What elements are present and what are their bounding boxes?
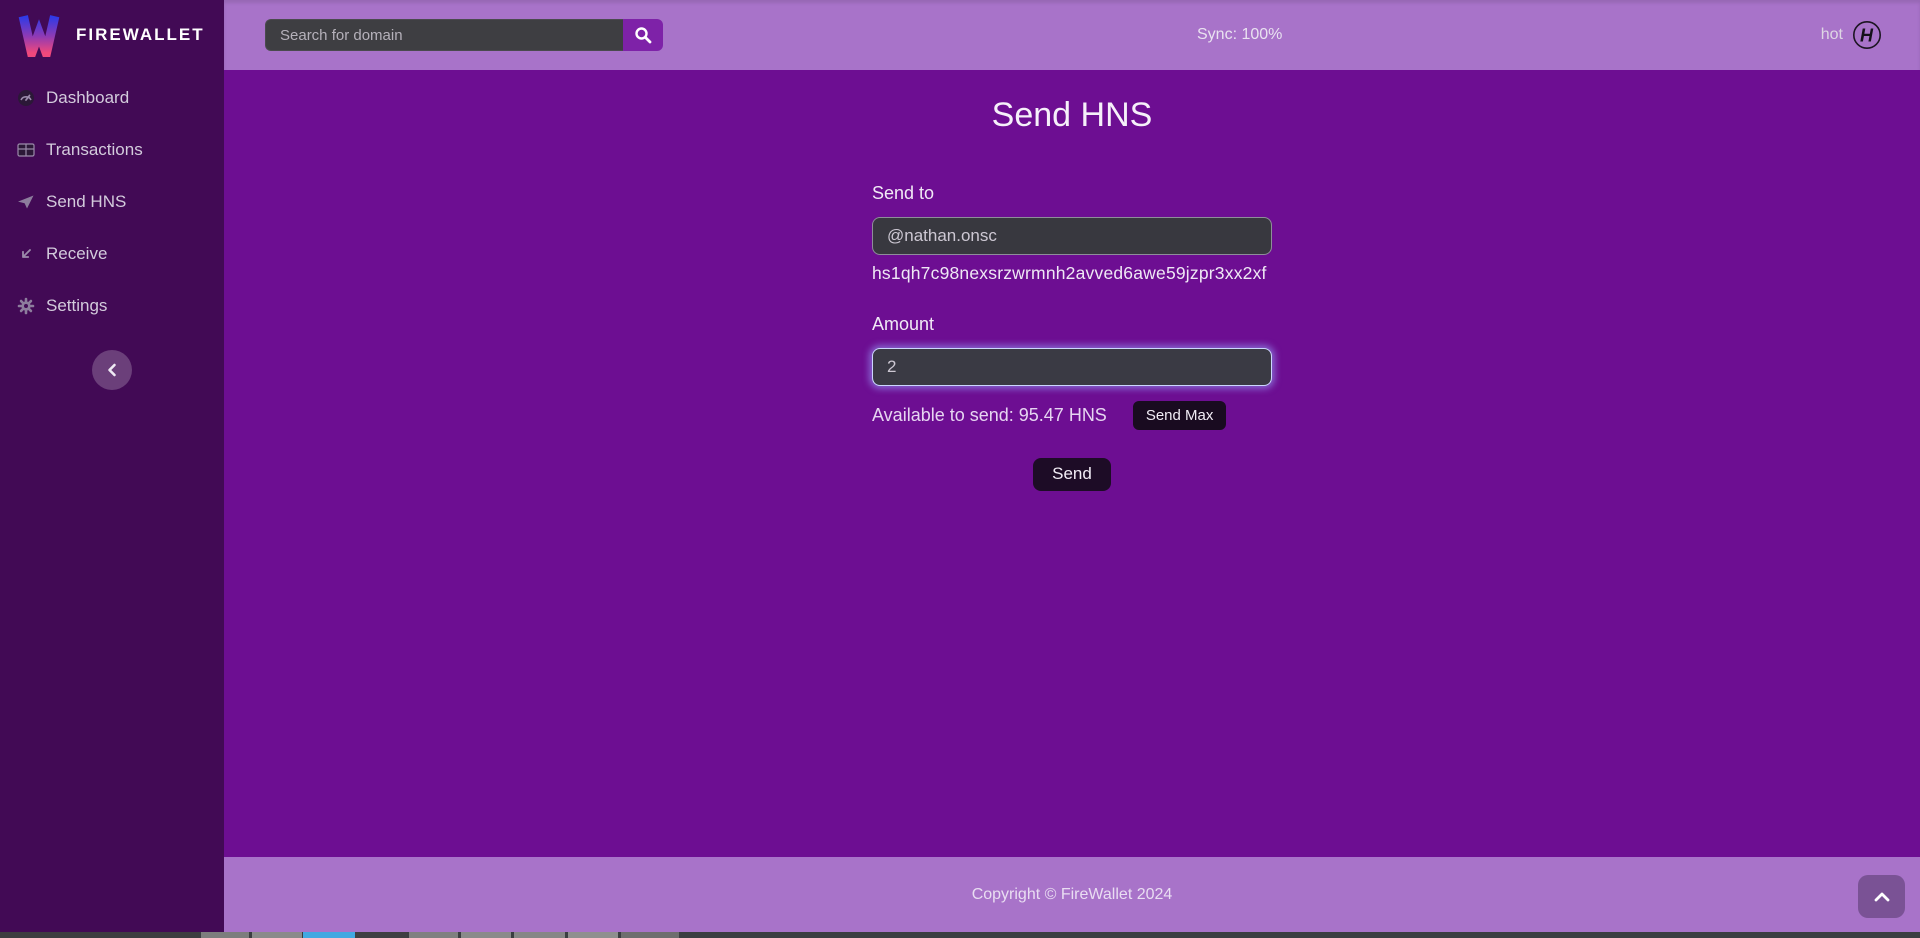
page-title: Send HNS xyxy=(224,95,1920,136)
available-balance: Available to send: 95.47 HNS xyxy=(872,405,1107,426)
sidebar-item-label: Settings xyxy=(46,296,107,316)
transactions-icon xyxy=(17,141,35,159)
sidebar-item-transactions[interactable]: Transactions xyxy=(0,132,224,168)
sidebar-collapse-button[interactable] xyxy=(92,350,132,390)
brand: FIREWALLET xyxy=(0,0,224,70)
os-taskbar[interactable] xyxy=(0,932,1920,938)
copyright-text: Copyright © FireWallet 2024 xyxy=(224,857,1920,932)
sidebar-item-send-hns[interactable]: Send HNS xyxy=(0,184,224,220)
sync-status: Sync: 100% xyxy=(1197,0,1282,70)
amount-input[interactable] xyxy=(872,348,1272,386)
sidebar-item-label: Transactions xyxy=(46,140,143,160)
sidebar-item-dashboard[interactable]: Dashboard xyxy=(0,80,224,116)
search-bar xyxy=(265,19,663,51)
sidebar-item-label: Receive xyxy=(46,244,107,264)
search-button[interactable] xyxy=(623,19,663,51)
taskbar-app-segment[interactable] xyxy=(514,932,565,938)
chevron-left-icon xyxy=(106,363,118,377)
sidebar: FIREWALLET Dashboard xyxy=(0,0,224,932)
brand-name: FIREWALLET xyxy=(76,25,205,45)
taskbar-app-segment[interactable] xyxy=(0,932,199,938)
available-row: Available to send: 95.47 HNS Send Max xyxy=(872,401,1272,430)
send-button[interactable]: Send xyxy=(1033,458,1111,491)
search-icon xyxy=(634,26,652,44)
dashboard-icon xyxy=(17,89,35,107)
taskbar-app-segment[interactable] xyxy=(568,932,618,938)
svg-text:H: H xyxy=(1860,26,1874,46)
receive-icon xyxy=(17,245,35,263)
sidebar-nav: Dashboard Transactions S xyxy=(0,70,224,324)
sidebar-item-settings[interactable]: Settings xyxy=(0,288,224,324)
taskbar-app-segment[interactable] xyxy=(621,932,679,938)
taskbar-app-segment[interactable] xyxy=(355,932,407,938)
taskbar-app-segment[interactable] xyxy=(461,932,511,938)
handshake-logo-icon: H xyxy=(1852,20,1882,50)
firewallet-app: FIREWALLET Dashboard xyxy=(0,0,1920,938)
send-to-input[interactable] xyxy=(872,217,1272,255)
send-max-button[interactable]: Send Max xyxy=(1133,401,1227,430)
taskbar-app-segment[interactable] xyxy=(303,932,355,938)
settings-icon xyxy=(17,297,35,315)
amount-label: Amount xyxy=(872,314,1272,335)
top-header: Sync: 100% hot H xyxy=(224,0,1920,70)
taskbar-app-segment[interactable] xyxy=(409,932,458,938)
scroll-top-button[interactable] xyxy=(1858,875,1905,918)
resolved-address: hs1qh7c98nexsrzwrmnh2avved6awe59jzpr3xx2… xyxy=(872,263,1272,284)
send-to-label: Send to xyxy=(872,183,1272,204)
chevron-up-icon xyxy=(1874,892,1890,902)
send-icon xyxy=(17,193,35,211)
taskbar-app-segment[interactable] xyxy=(201,932,249,938)
sidebar-item-label: Dashboard xyxy=(46,88,129,108)
send-form: Send to hs1qh7c98nexsrzwrmnh2avved6awe59… xyxy=(872,183,1272,491)
firewallet-logo-icon xyxy=(18,13,60,57)
send-row: Send xyxy=(872,458,1272,491)
main-content: Send HNS Send to hs1qh7c98nexsrzwrmnh2av… xyxy=(224,70,1920,857)
wallet-switcher[interactable]: hot H xyxy=(1821,0,1882,70)
search-input[interactable] xyxy=(265,19,623,51)
sidebar-item-receive[interactable]: Receive xyxy=(0,236,224,272)
taskbar-app-segment[interactable] xyxy=(252,932,302,938)
wallet-name: hot xyxy=(1821,26,1843,44)
sidebar-item-label: Send HNS xyxy=(46,192,126,212)
footer: Copyright © FireWallet 2024 xyxy=(224,857,1920,932)
